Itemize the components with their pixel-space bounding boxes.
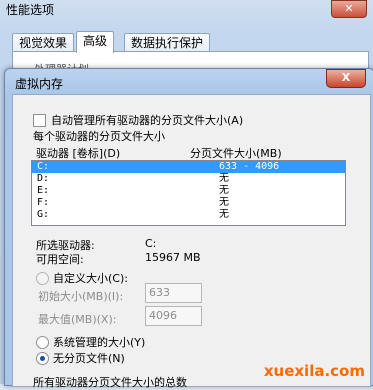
paging-size: 633 - 4096 [219, 161, 280, 172]
dialog-title: 虚拟内存 [15, 77, 64, 91]
drive-letter: G: [37, 209, 50, 220]
tab-dep[interactable]: 数据执行保护 [124, 33, 211, 52]
drive-letter: E: [37, 185, 50, 196]
free-space-value: 15967 MB [145, 251, 201, 264]
system-managed-radio[interactable] [36, 335, 49, 349]
drive-letter: D: [37, 173, 50, 184]
max-size-input[interactable]: 4096 [145, 306, 202, 326]
dialog-close-button[interactable]: X [326, 69, 366, 88]
no-paging-label: 无分页文件(N) [53, 352, 125, 365]
initial-size-label: 初始大小(MB)(I): [38, 290, 124, 303]
tab-visual-effects[interactable]: 视觉效果 [12, 33, 75, 52]
list-item[interactable]: E: 无 [32, 185, 345, 197]
window-title: 性能选项 [6, 3, 55, 17]
list-item[interactable]: G: 无 [32, 209, 345, 221]
paging-size: 无 [219, 185, 229, 196]
max-size-label: 最大值(MB)(X): [38, 313, 117, 326]
tab-advanced[interactable]: 高级 [76, 31, 115, 53]
system-managed-label: 系统管理的大小(Y) [53, 336, 146, 349]
window-close-button[interactable]: ✕ [331, 0, 367, 18]
total-size-label: 所有驱动器分页文件大小的总数 [33, 376, 187, 389]
no-paging-radio-row[interactable]: 无分页文件(N) [36, 350, 125, 366]
no-paging-radio[interactable] [36, 351, 49, 365]
paging-size: 无 [219, 209, 229, 220]
auto-manage-checkbox[interactable] [33, 113, 46, 127]
drive-listbox[interactable]: C: 633 - 4096 D: 无 E: 无 F: 无 G: 无 [31, 160, 346, 226]
list-item[interactable]: D: 无 [32, 173, 345, 185]
paging-size: 无 [219, 173, 229, 184]
list-item[interactable]: F: 无 [32, 197, 345, 209]
column-size-header: 分页文件大小(MB) [190, 147, 282, 160]
drive-letter: F: [37, 197, 50, 208]
custom-size-radio[interactable] [36, 271, 49, 285]
custom-size-radio-row[interactable]: 自定义大小(C): [36, 270, 128, 286]
watermark: xuexila.com [263, 362, 365, 380]
group-title: 每个驱动器的分页文件大小 [33, 130, 165, 143]
system-managed-radio-row[interactable]: 系统管理的大小(Y) [36, 334, 145, 350]
custom-size-label: 自定义大小(C): [53, 272, 128, 285]
column-drive-header: 驱动器 [卷标](D) [36, 147, 121, 160]
initial-size-input[interactable]: 633 [145, 283, 202, 303]
auto-manage-label: 自动管理所有驱动器的分页文件大小(A) [51, 114, 244, 127]
selected-drive-value: C: [145, 237, 157, 250]
drive-letter: C: [37, 161, 50, 172]
free-space-label: 可用空间: [36, 253, 84, 266]
auto-manage-checkbox-row[interactable]: 自动管理所有驱动器的分页文件大小(A) [33, 112, 243, 128]
list-item[interactable]: C: 633 - 4096 [32, 161, 345, 173]
paging-size: 无 [219, 197, 229, 208]
